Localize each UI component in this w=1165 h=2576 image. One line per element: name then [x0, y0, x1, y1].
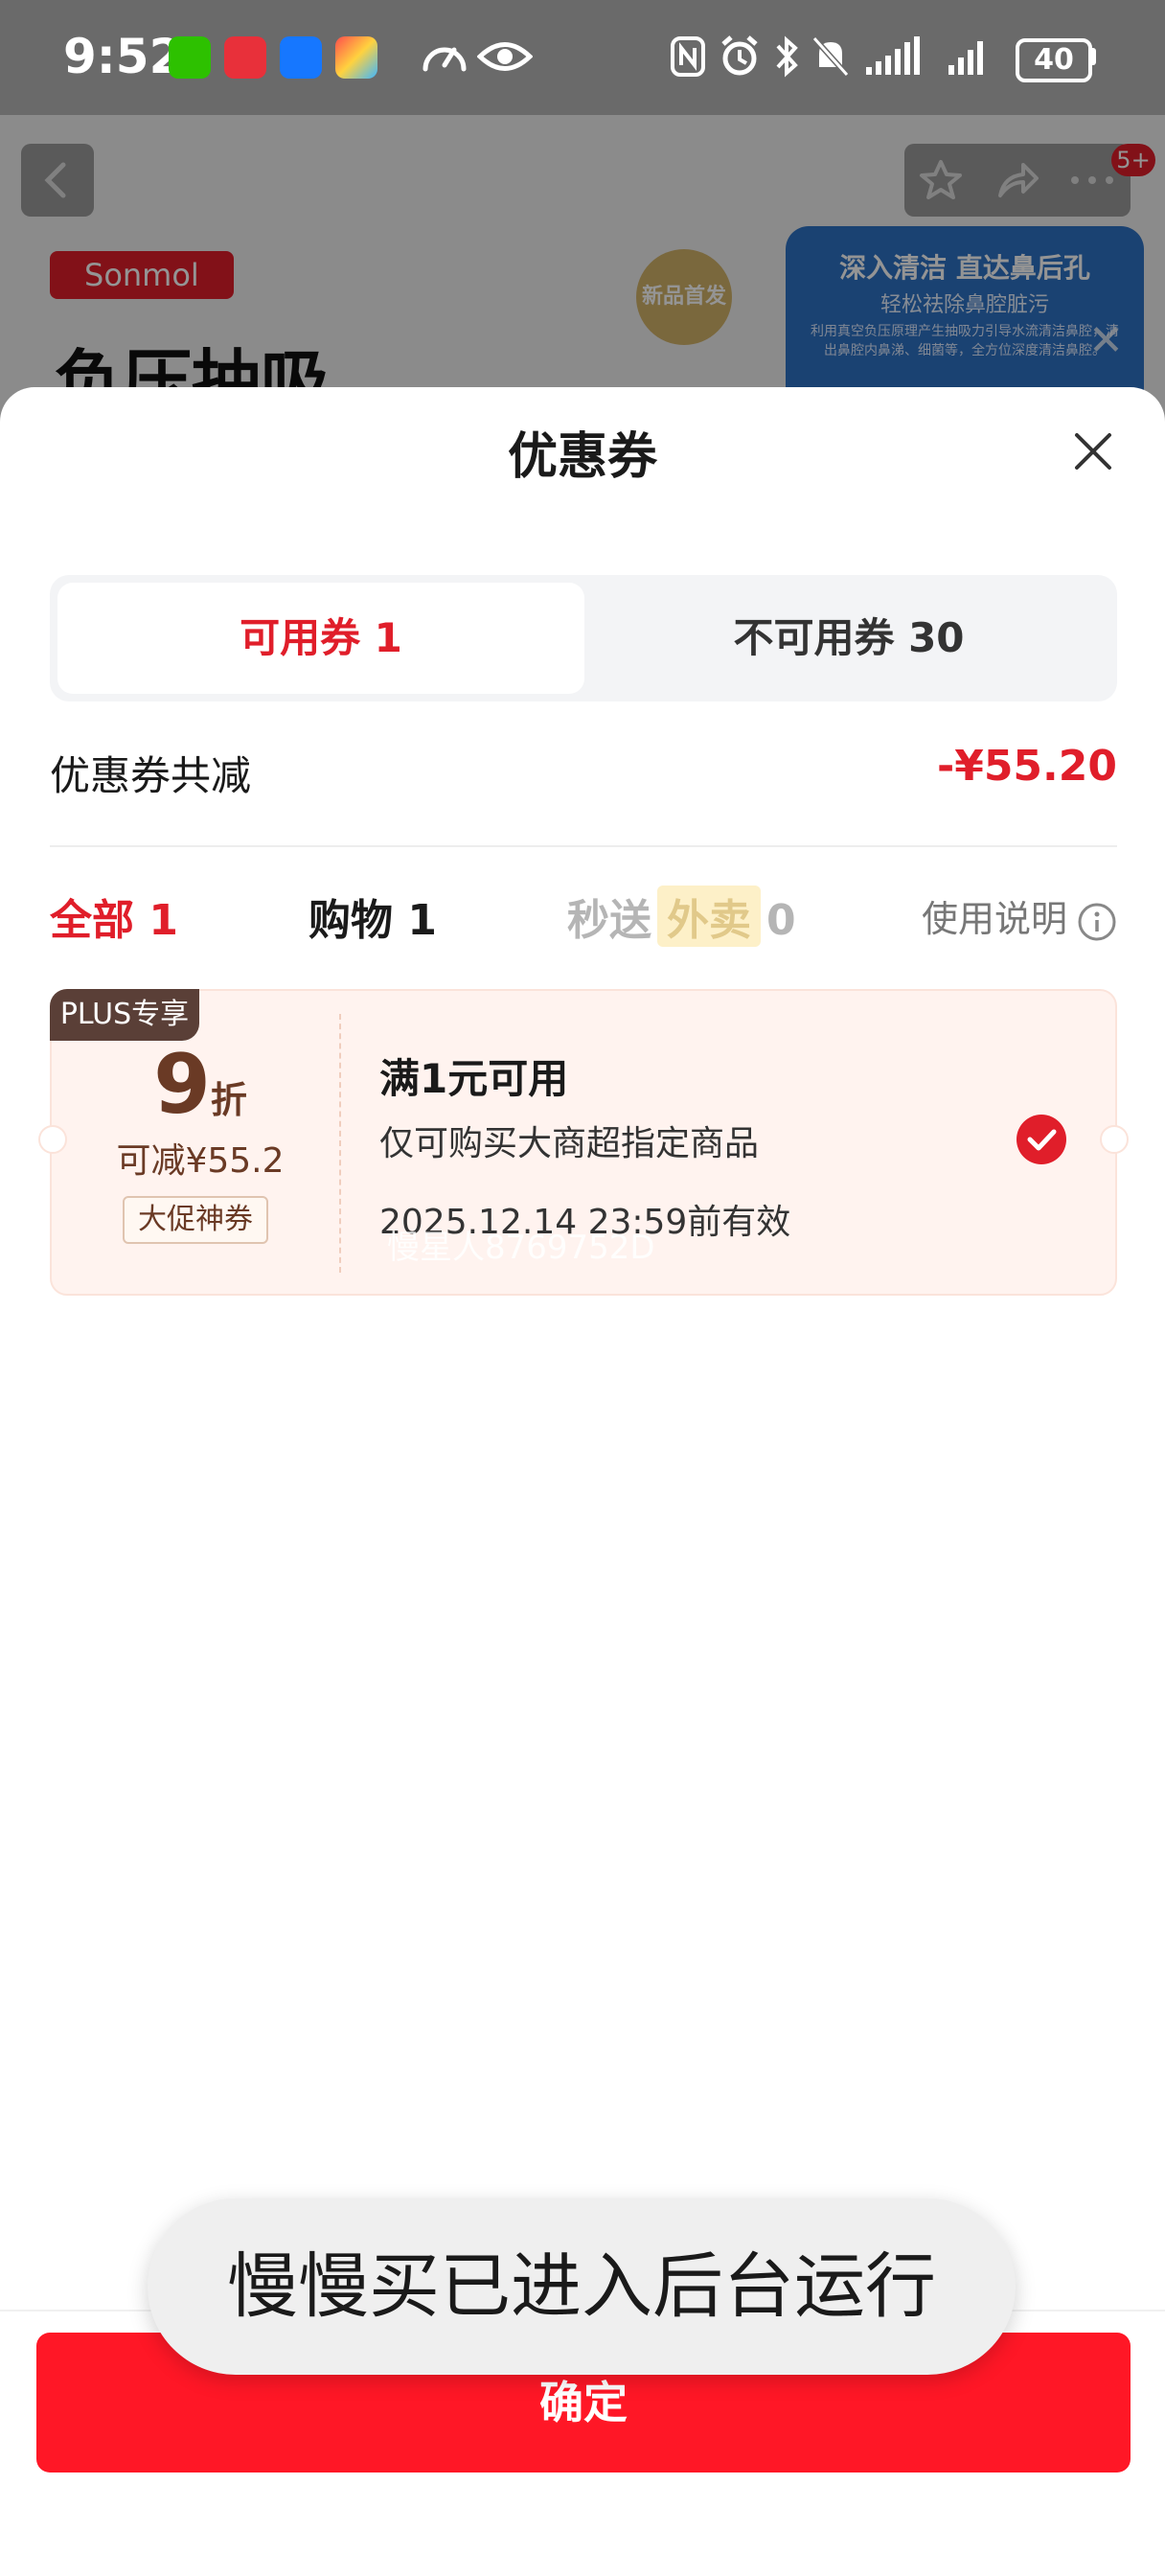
status-bar: 9:52 40: [0, 0, 1165, 115]
coupon-reduce-amount: 可减¥55.2: [116, 1141, 285, 1181]
huawei-icon: [224, 36, 266, 79]
filter-sec-count: 0: [766, 896, 796, 945]
signal-icon: [948, 41, 983, 75]
discount-unit: 折: [210, 1079, 247, 1121]
battery-tip: [1090, 48, 1096, 65]
alipay-icon: [280, 36, 322, 79]
coupon-notch-right: [1100, 1125, 1129, 1154]
discount-total-label: 优惠券共减: [50, 752, 252, 799]
sheet-title: 优惠券: [507, 428, 657, 486]
wechat-icon: [169, 36, 211, 79]
user-watermark: 慢星人8769752D: [387, 1229, 655, 1267]
mute-icon: [811, 35, 850, 78]
filter-sec-label: 秒送: [567, 896, 651, 945]
background-run-toast: 慢慢买已进入后台运行: [148, 2198, 1016, 2375]
colorful-app-icon: [335, 36, 377, 79]
coupon-notch-left: [38, 1125, 67, 1154]
bluetooth-icon: [776, 35, 798, 78]
filter-shopping[interactable]: 购物 1: [308, 886, 437, 947]
usage-label: 使用说明: [921, 898, 1067, 940]
nfc-icon: [671, 36, 705, 77]
takeout-tag: 外卖: [657, 886, 761, 947]
usage-instructions-link[interactable]: 使用说明: [922, 889, 1117, 942]
coupon-label-tag: 大促神券: [123, 1196, 268, 1244]
coupon-tabs: 可用券 1 不可用券 30: [50, 575, 1117, 702]
coupon-card[interactable]: PLUS专享 9折 可减¥55.2 大促神券 满1元可用 仅可购买大商超指定商品…: [38, 989, 1129, 1296]
battery-indicator: 40: [1016, 38, 1092, 82]
speedometer-icon: [423, 47, 467, 72]
eye-icon: [477, 42, 533, 71]
dim-overlay: [0, 115, 1165, 422]
tab-unavailable[interactable]: 不可用券 30: [588, 583, 1109, 694]
coupon-condition: 满1元可用: [379, 1055, 569, 1102]
alarm-icon: [721, 35, 758, 76]
signal-icon: [866, 36, 920, 75]
info-icon: [1078, 903, 1116, 940]
close-icon[interactable]: [1067, 426, 1119, 477]
discount-total-value: -¥55.20: [936, 742, 1117, 791]
discount-number: 9: [153, 1037, 211, 1133]
coupon-scope: 仅可购买大商超指定商品: [379, 1124, 760, 1163]
plus-exclusive-tag: PLUS专享: [50, 989, 199, 1041]
tab-available[interactable]: 可用券 1: [57, 583, 584, 694]
coupon-divider: [339, 1014, 341, 1273]
check-icon[interactable]: [1016, 1114, 1067, 1165]
filter-instant-delivery[interactable]: 秒送 外卖 0: [567, 886, 796, 947]
divider: [50, 845, 1117, 847]
coupon-discount: 9折: [80, 1037, 320, 1133]
filter-all[interactable]: 全部 1: [50, 886, 178, 947]
status-time: 9:52: [63, 29, 183, 84]
